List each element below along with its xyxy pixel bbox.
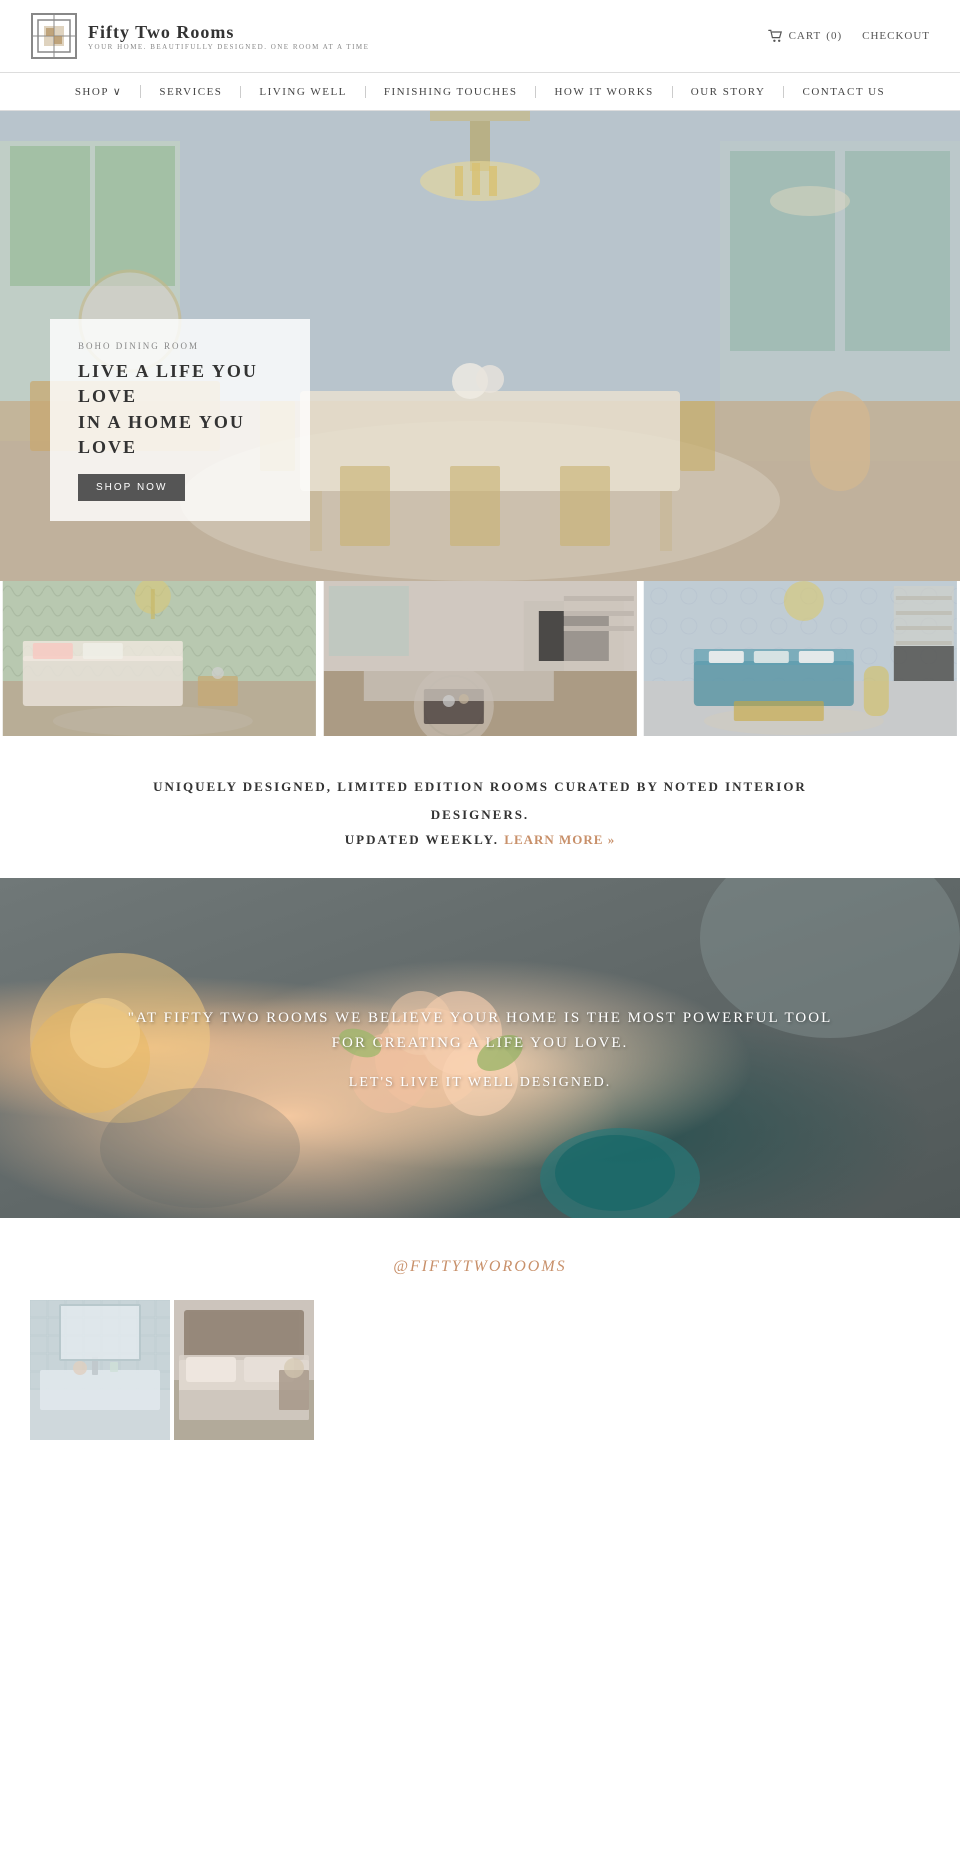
cart-area[interactable]: CART (0)	[768, 29, 843, 43]
instagram-section: @FIFTYTWOROOMS	[0, 1218, 960, 1470]
logo-title: Fifty Two Rooms	[88, 22, 369, 43]
tagline-sub: UPDATED WEEKLY. LEARN MORE »	[60, 832, 900, 848]
instagram-thumb-1[interactable]	[30, 1300, 170, 1440]
cart-count: (0)	[826, 30, 842, 42]
room-thumb-3[interactable]	[641, 581, 960, 736]
tagline-line1: UNIQUELY DESIGNED, LIMITED EDITION ROOMS…	[60, 776, 900, 798]
hero-shop-button[interactable]: SHOP NOW	[78, 474, 185, 501]
room-thumb-2[interactable]	[321, 581, 640, 736]
nav-item-services[interactable]: SERVICES	[141, 86, 241, 98]
banner-text: "AT FIFTY TWO ROOMS WE BELIEVE YOUR HOME…	[108, 986, 853, 1111]
logo-subtitle: YOUR HOME. BEAUTIFULLY DESIGNED. ONE ROO…	[88, 43, 369, 51]
logo-text-area: Fifty Two Rooms YOUR HOME. BEAUTIFULLY D…	[88, 22, 369, 51]
header-right: CART (0) CHECKOUT	[768, 29, 930, 43]
cart-icon	[768, 29, 784, 43]
checkout-link[interactable]: CHECKOUT	[862, 30, 930, 42]
instagram-grid	[30, 1300, 930, 1440]
learn-more-link[interactable]: LEARN MORE »	[504, 832, 615, 847]
nav-item-how-it-works[interactable]: HOW IT WORKS	[536, 86, 672, 98]
logo-area[interactable]: Fifty Two Rooms YOUR HOME. BEAUTIFULLY D…	[30, 12, 369, 60]
nav-item-finishing-touches[interactable]: FINISHING TOUCHES	[366, 86, 537, 98]
site-header: Fifty Two Rooms YOUR HOME. BEAUTIFULLY D…	[0, 0, 960, 73]
tagline-line2: DESIGNERS.	[60, 804, 900, 826]
logo-icon	[30, 12, 78, 60]
nav-item-shop[interactable]: SHOP ∨	[57, 85, 142, 98]
footer-spacer	[0, 1470, 960, 1500]
room-thumbnail-grid	[0, 581, 960, 736]
main-nav: SHOP ∨ SERVICES LIVING WELL FINISHING TO…	[0, 73, 960, 111]
instagram-handle[interactable]: @FIFTYTWOROOMS	[30, 1258, 930, 1276]
nav-item-contact-us[interactable]: CONTACT US	[784, 86, 903, 98]
room-thumb-1[interactable]	[0, 581, 319, 736]
hero-overlay-box: BOHO DINING ROOM LIVE A LIFE YOU LOVE IN…	[50, 319, 310, 521]
hero-room-label: BOHO DINING ROOM	[78, 341, 282, 351]
cart-label: CART	[789, 30, 822, 42]
hero-tagline: LIVE A LIFE YOU LOVE IN A HOME YOU LOVE	[78, 359, 282, 460]
banner-section: "AT FIFTY TWO ROOMS WE BELIEVE YOUR HOME…	[0, 878, 960, 1218]
hero-section: BOHO DINING ROOM LIVE A LIFE YOU LOVE IN…	[0, 111, 960, 581]
nav-item-our-story[interactable]: OUR STORY	[673, 86, 785, 98]
banner-sub: LET'S LIVE IT WELL DESIGNED.	[128, 1075, 833, 1091]
banner-quote: "AT FIFTY TWO ROOMS WE BELIEVE YOUR HOME…	[128, 1006, 833, 1057]
nav-item-living-well[interactable]: LIVING WELL	[241, 86, 365, 98]
tagline-section: UNIQUELY DESIGNED, LIMITED EDITION ROOMS…	[0, 736, 960, 878]
instagram-thumb-2[interactable]	[174, 1300, 314, 1440]
